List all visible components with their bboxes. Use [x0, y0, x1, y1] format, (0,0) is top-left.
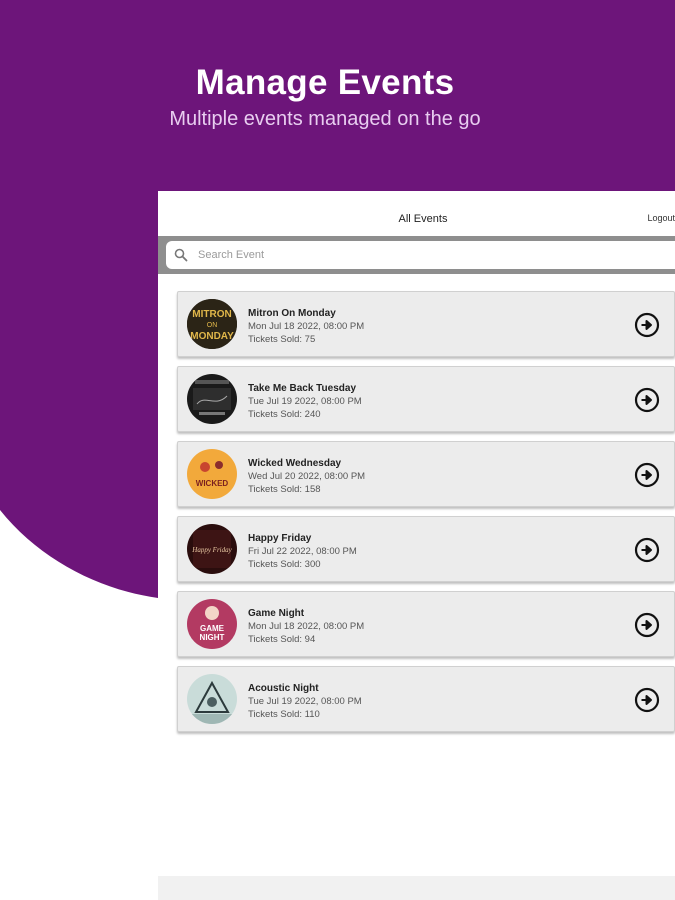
event-list: MITRON ON MONDAY Mitron On Monday Mon Ju… [177, 291, 675, 741]
logout-button[interactable]: Logout [647, 213, 675, 223]
event-tickets: Tickets Sold: 158 [248, 484, 321, 495]
event-card[interactable]: WICKED Wicked Wednesday Wed Jul 20 2022,… [177, 441, 675, 507]
thumb-text-game-2: NIGHT [200, 633, 225, 642]
event-thumbnail: GAME NIGHT [187, 599, 237, 649]
thumb-text-1: MITRON [192, 309, 231, 320]
event-info: Happy Friday Fri Jul 22 2022, 08:00 PM T… [248, 532, 357, 571]
search-box[interactable] [166, 241, 675, 269]
event-date: Wed Jul 20 2022, 08:00 PM [248, 471, 366, 482]
event-info: Take Me Back Tuesday Tue Jul 19 2022, 08… [248, 382, 362, 421]
event-name: Take Me Back Tuesday [248, 383, 357, 394]
search-icon [174, 248, 188, 262]
page-title: All Events [398, 213, 448, 225]
thumb-text-happy: Happy Friday [191, 546, 232, 554]
event-date: Tue Jul 19 2022, 08:00 PM [248, 696, 362, 707]
arrow-circle-right-icon[interactable] [634, 537, 660, 563]
thumb-text-wicked: WICKED [196, 479, 229, 488]
event-name: Happy Friday [248, 533, 312, 544]
event-card[interactable]: MITRON ON MONDAY Mitron On Monday Mon Ju… [177, 291, 675, 357]
event-card[interactable]: Take Me Back Tuesday Tue Jul 19 2022, 08… [177, 366, 675, 432]
event-tickets: Tickets Sold: 300 [248, 559, 321, 570]
event-info: Acoustic Night Tue Jul 19 2022, 08:00 PM… [248, 682, 362, 721]
event-info: Game Night Mon Jul 18 2022, 08:00 PM Tic… [248, 607, 364, 646]
event-thumbnail: WICKED [187, 449, 237, 499]
event-thumbnail: MITRON ON MONDAY [187, 299, 237, 349]
event-name: Acoustic Night [248, 683, 319, 694]
event-date: Mon Jul 18 2022, 08:00 PM [248, 621, 365, 632]
bottom-bar [158, 876, 675, 900]
event-tickets: Tickets Sold: 110 [248, 709, 320, 720]
arrow-circle-right-icon[interactable] [634, 612, 660, 638]
search-bar [158, 236, 675, 274]
event-date: Tue Jul 19 2022, 08:00 PM [248, 396, 362, 407]
event-tickets: Tickets Sold: 75 [248, 334, 316, 345]
event-thumbnail [187, 674, 237, 724]
event-name: Wicked Wednesday [248, 458, 342, 469]
event-tickets: Tickets Sold: 240 [248, 409, 321, 420]
event-card[interactable]: Happy Friday Happy Friday Fri Jul 22 202… [177, 516, 675, 582]
event-thumbnail [187, 374, 237, 424]
thumb-text-3: MONDAY [190, 331, 234, 342]
search-input[interactable] [198, 249, 618, 261]
thumb-text-2: ON [207, 322, 218, 329]
arrow-circle-right-icon[interactable] [634, 387, 660, 413]
event-card[interactable]: GAME NIGHT Game Night Mon Jul 18 2022, 0… [177, 591, 675, 657]
arrow-circle-right-icon[interactable] [634, 462, 660, 488]
app-header: All Events Logout [158, 191, 675, 239]
event-card[interactable]: Acoustic Night Tue Jul 19 2022, 08:00 PM… [177, 666, 675, 732]
hero-subtitle: Multiple events managed on the go [169, 108, 481, 130]
event-thumbnail: Happy Friday [187, 524, 237, 574]
arrow-circle-right-icon[interactable] [634, 312, 660, 338]
event-info: Mitron On Monday Mon Jul 18 2022, 08:00 … [248, 307, 364, 346]
event-info: Wicked Wednesday Wed Jul 20 2022, 08:00 … [248, 457, 365, 496]
event-name: Game Night [248, 608, 305, 619]
event-name: Mitron On Monday [248, 308, 336, 319]
app-screen: All Events Logout MITRON ON MOND [158, 191, 675, 900]
thumb-text-game-1: GAME [200, 624, 225, 633]
event-date: Mon Jul 18 2022, 08:00 PM [248, 321, 365, 332]
event-tickets: Tickets Sold: 94 [248, 634, 316, 645]
event-date: Fri Jul 22 2022, 08:00 PM [248, 546, 357, 557]
hero-header: Manage Events Multiple events managed on… [0, 62, 650, 132]
arrow-circle-right-icon[interactable] [634, 687, 660, 713]
hero-title: Manage Events [195, 63, 455, 102]
